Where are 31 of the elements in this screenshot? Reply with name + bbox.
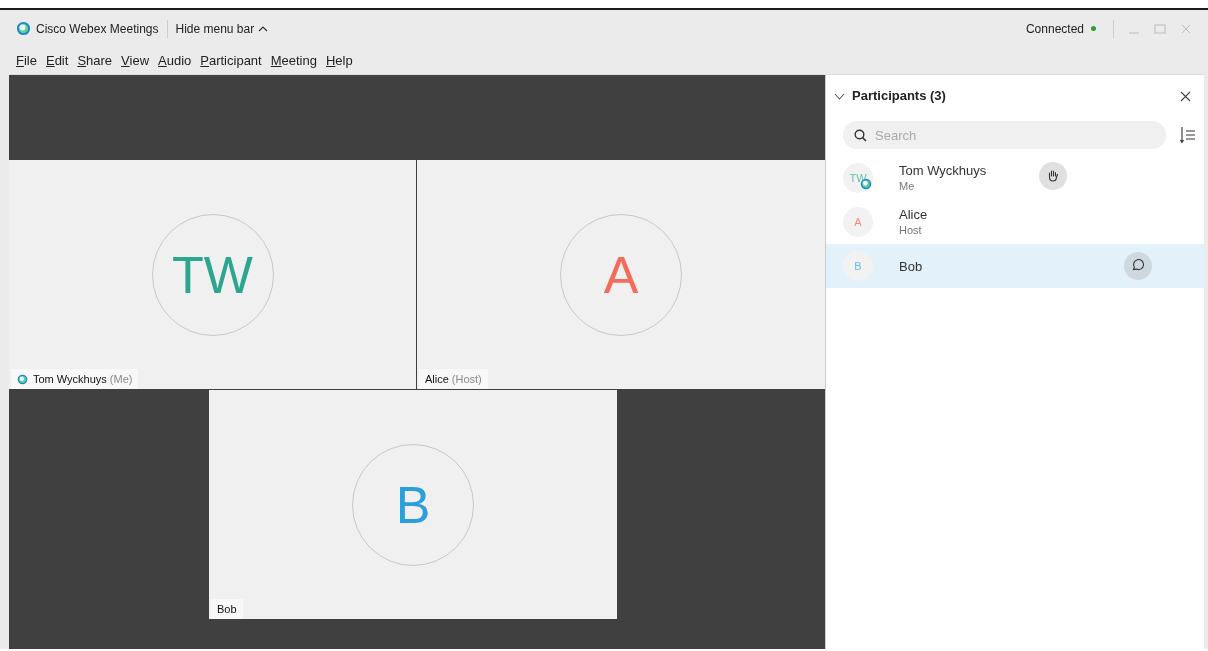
- raised-hand-icon[interactable]: [1039, 162, 1067, 190]
- window-title: Cisco Webex Meetings: [36, 20, 159, 38]
- participant-name: Tom Wyckhuys: [33, 371, 107, 387]
- connection-status: Connected: [1025, 20, 1084, 38]
- chevron-up-icon: [258, 25, 269, 32]
- search-field[interactable]: Search: [843, 121, 1166, 149]
- role-label: (Me): [109, 371, 133, 387]
- menu-item[interactable]: Help: [325, 50, 353, 71]
- search-icon: [854, 129, 867, 142]
- menu-item[interactable]: File: [16, 50, 37, 71]
- role-label: Me: [899, 179, 916, 194]
- menu-item[interactable]: Edit: [45, 50, 69, 71]
- app-logo-icon: [16, 21, 31, 36]
- chat-bubble-icon[interactable]: [1124, 252, 1152, 280]
- menu-item[interactable]: Audio: [158, 50, 192, 71]
- role-label: Host: [899, 223, 923, 238]
- role-label: (Host): [451, 371, 482, 387]
- sort-icon[interactable]: [1180, 126, 1196, 144]
- menu-item[interactable]: Share: [77, 50, 113, 71]
- panel-title: Participants (3): [852, 87, 946, 106]
- menu-item[interactable]: View: [121, 50, 150, 71]
- participant-name: Alice: [425, 371, 449, 387]
- menu-item[interactable]: Meeting: [270, 50, 317, 71]
- participant-name: Bob: [899, 257, 924, 275]
- hide-menu-bar-button[interactable]: Hide menu bar: [175, 19, 269, 38]
- participant-name: Tom Wyckhuys: [899, 162, 988, 179]
- participant-name: Bob: [217, 601, 237, 617]
- close-icon[interactable]: [1180, 90, 1191, 102]
- participant-row[interactable]: B Bob: [826, 244, 1204, 288]
- menu-item[interactable]: Participant: [200, 50, 262, 71]
- participant-name: Alice: [899, 206, 929, 223]
